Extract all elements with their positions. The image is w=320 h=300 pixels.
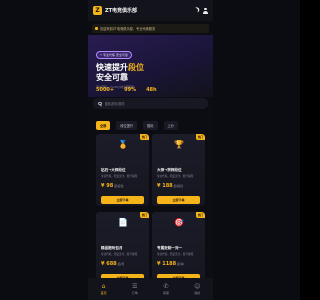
tab-all[interactable]: 全部 bbox=[96, 121, 111, 130]
hot-badge: 热门 bbox=[139, 134, 149, 140]
card-price: ¥ 688起/月 bbox=[101, 261, 124, 267]
nav-orders[interactable]: ☰ 订单 bbox=[132, 283, 138, 295]
orders-icon: ☰ bbox=[132, 283, 138, 290]
card-price: ¥ 98起/段位 bbox=[101, 183, 124, 189]
price-value: ¥ 188 bbox=[157, 183, 173, 189]
product-card[interactable]: 热门 📄 精品陪玩包月 专业代练，稳定安全，账号保障 ¥ 688起/月 立即下单 bbox=[96, 212, 149, 284]
hero-title-accent: 段位 bbox=[128, 63, 144, 72]
card-title: 钻石→大师段位 bbox=[101, 168, 126, 172]
moon-icon[interactable] bbox=[193, 8, 198, 13]
card-price: ¥ 188起/段位 bbox=[157, 183, 183, 189]
product-card[interactable]: 热门 🏅 钻石→大师段位 专业代练，稳定安全，账号保障 ¥ 98起/段位 立即下… bbox=[96, 134, 149, 206]
price-unit: 起/月 bbox=[117, 262, 125, 266]
search-bar[interactable] bbox=[93, 98, 208, 109]
home-icon: ⌂ bbox=[101, 283, 106, 290]
bottom-nav: ⌂ 首页 ☰ 订单 ✆ 客服 ☺ 我的 bbox=[88, 278, 213, 300]
user-icon[interactable] bbox=[203, 7, 208, 14]
stat-orders: 5000+ bbox=[96, 87, 115, 93]
hot-badge: 热门 bbox=[195, 134, 205, 140]
brand-logo[interactable]: Z bbox=[93, 6, 102, 15]
tab-rank[interactable]: 段位提升 bbox=[116, 121, 138, 130]
card-description: 专业代练，稳定安全，账号保障 bbox=[157, 175, 194, 178]
hot-badge: 热门 bbox=[139, 212, 149, 218]
hero-title-line1: 快速提升 bbox=[96, 63, 128, 72]
trophy-icon: 🏆 bbox=[174, 140, 184, 149]
stat-time: 48h bbox=[146, 87, 157, 93]
notice-text: 欢迎来到ZT电竞俱乐部，专业代练服务 bbox=[100, 27, 156, 31]
header-actions bbox=[193, 7, 208, 14]
nav-home[interactable]: ⌂ 首页 bbox=[101, 283, 107, 295]
hero-pill: ⚡ 专业代练 安全可靠 bbox=[96, 51, 133, 59]
app-background: Z ZT电竞俱乐部 欢迎来到ZT电竞俱乐部，专业代练服务 ⚡ 专业代练 安全可靠… bbox=[0, 0, 300, 300]
category-tabs: 全部 段位提升 陪玩 上分 bbox=[96, 121, 178, 130]
price-value: ¥ 98 bbox=[101, 183, 114, 189]
card-description: 专业代练，稳定安全，账号保障 bbox=[157, 253, 194, 256]
notice-bar[interactable]: 欢迎来到ZT电竞俱乐部，专业代练服务 bbox=[92, 24, 209, 33]
nav-profile[interactable]: ☺ 我的 bbox=[194, 283, 200, 295]
service-icon: ✆ bbox=[163, 283, 169, 290]
stat-rate: 99% bbox=[124, 87, 137, 93]
price-unit: 起/单 bbox=[177, 262, 184, 266]
announcement-icon bbox=[95, 27, 98, 30]
nav-label: 客服 bbox=[162, 291, 169, 295]
mobile-frame: Z ZT电竞俱乐部 欢迎来到ZT电竞俱乐部，专业代练服务 ⚡ 专业代练 安全可靠… bbox=[88, 0, 213, 300]
app-header: Z ZT电竞俱乐部 bbox=[88, 0, 213, 21]
card-title: 大师→宗师段位 bbox=[157, 168, 182, 172]
search-input[interactable] bbox=[104, 101, 195, 106]
stats-row: 5000+ 99% 48h bbox=[96, 87, 157, 93]
tab-companion[interactable]: 陪玩 bbox=[143, 121, 158, 130]
tab-boost[interactable]: 上分 bbox=[163, 121, 178, 130]
hot-badge: 热门 bbox=[195, 212, 205, 218]
price-unit: 起/段位 bbox=[114, 184, 124, 188]
profile-icon: ☺ bbox=[194, 283, 201, 290]
search-icon bbox=[98, 101, 102, 106]
nav-label: 首页 bbox=[100, 291, 107, 295]
card-description: 专业代练，稳定安全，账号保障 bbox=[101, 175, 138, 178]
product-card[interactable]: 热门 🏆 大师→宗师段位 专业代练，稳定安全，账号保障 ¥ 188起/段位 立即… bbox=[152, 134, 205, 206]
nav-label: 订单 bbox=[131, 291, 138, 295]
price-value: ¥ 1188 bbox=[157, 261, 177, 267]
price-unit: 起/段位 bbox=[173, 184, 184, 188]
hero-title-line2: 安全可靠 bbox=[96, 73, 128, 82]
target-icon: 🎯 bbox=[174, 218, 184, 227]
card-title: 专属定制一对一 bbox=[157, 246, 183, 250]
hero-title: 快速提升段位 安全可靠 bbox=[96, 63, 205, 83]
order-button[interactable]: 立即下单 bbox=[157, 196, 200, 204]
nav-label: 我的 bbox=[194, 291, 201, 295]
medal-icon: 🏅 bbox=[118, 140, 128, 149]
card-price: ¥ 1188起/单 bbox=[157, 261, 184, 267]
order-button[interactable]: 立即下单 bbox=[101, 196, 144, 204]
price-value: ¥ 688 bbox=[101, 261, 117, 267]
card-title: 精品陪玩包月 bbox=[101, 246, 123, 250]
product-card[interactable]: 热门 🎯 专属定制一对一 专业代练，稳定安全，账号保障 ¥ 1188起/单 立即… bbox=[152, 212, 205, 284]
brand-name: ZT电竞俱乐部 bbox=[105, 8, 138, 14]
nav-service[interactable]: ✆ 客服 bbox=[163, 283, 169, 295]
card-description: 专业代练，稳定安全，账号保障 bbox=[101, 253, 138, 256]
doc-icon: 📄 bbox=[118, 218, 128, 227]
